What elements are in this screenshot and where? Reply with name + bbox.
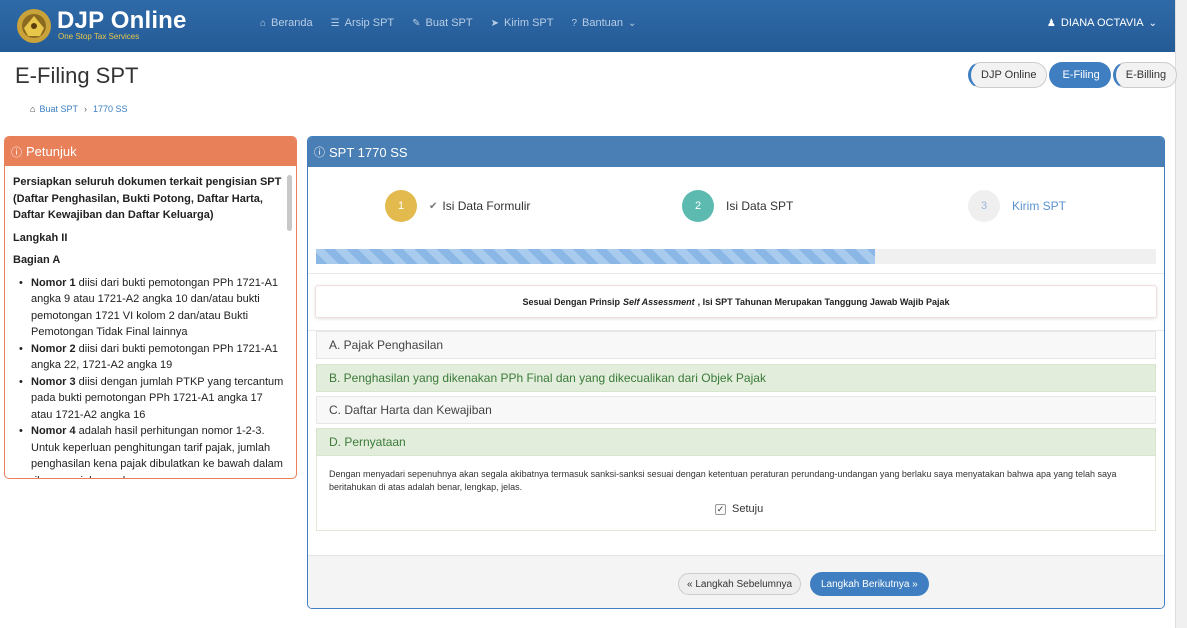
breadcrumb-item-buat-spt[interactable]: Buat SPT <box>39 104 78 114</box>
user-name: DIANA OCTAVIA <box>1060 17 1144 29</box>
previous-step-button[interactable]: « Langkah Sebelumnya <box>678 573 802 595</box>
nav-menu: ⌂ Beranda ☰ Arsip SPT ✎ Buat SPT ➤ Kirim… <box>260 17 659 29</box>
petunjuk-section: Bagian A <box>13 254 61 266</box>
notice-text-post: , Isi SPT Tahunan Merupakan Tanggung Jaw… <box>697 296 950 307</box>
user-menu[interactable]: ♟ DIANA OCTAVIA ⌄ <box>1047 17 1157 29</box>
section-c-daftar-harta[interactable]: C. Daftar Harta dan Kewajiban <box>316 396 1156 424</box>
pernyataan-body: Dengan menyadari sepenuhnya akan segala … <box>316 456 1156 531</box>
service-switcher: DJP Online E-Filing E-Billing <box>968 62 1179 88</box>
item-number: Nomor 1 <box>31 276 76 289</box>
djp-logo-icon[interactable] <box>14 6 54 46</box>
step-label: Isi Data Formulir <box>442 199 531 213</box>
petunjuk-scrollbar[interactable] <box>287 175 292 231</box>
info-icon: ⓘ <box>11 146 22 159</box>
chevron-down-icon: ⌄ <box>1148 17 1157 29</box>
progress-bar <box>316 249 1156 264</box>
step-number: 3 <box>968 190 1000 222</box>
nav-label: Buat SPT <box>425 17 473 29</box>
wizard-steps: 1 ✔ Isi Data Formulir 2 Isi Data SPT 3 K… <box>308 190 1164 224</box>
list-icon: ☰ <box>330 17 340 29</box>
spt-title: SPT 1770 SS <box>329 144 408 160</box>
petunjuk-title: Petunjuk <box>26 144 77 159</box>
home-icon[interactable]: ⌂ <box>30 104 35 114</box>
pill-e-billing[interactable]: E-Billing <box>1112 62 1178 88</box>
list-item: Nomor 4 adalah hasil perhitungan nomor 1… <box>19 423 287 478</box>
checkbox-check-icon[interactable]: ✓ <box>715 503 726 515</box>
section-a-pajak-penghasilan[interactable]: A. Pajak Penghasilan <box>316 331 1156 359</box>
item-number: Nomor 4 <box>31 425 76 437</box>
petunjuk-list: Nomor 1 diisi dari bukti pemotongan PPh … <box>13 275 287 479</box>
pernyataan-text: Dengan menyadari sepenuhnya akan segala … <box>329 469 1117 492</box>
nav-label: Beranda <box>271 17 313 29</box>
breadcrumb-separator-icon: › <box>83 104 87 114</box>
step-label: Isi Data SPT <box>726 199 794 213</box>
top-navbar: DJP Online One Stop Tax Services ⌂ Beran… <box>0 0 1187 52</box>
nav-item-buat-spt[interactable]: ✎ Buat SPT <box>412 17 472 29</box>
nav-label: Kirim SPT <box>503 17 554 29</box>
spt-panel: ⓘ SPT 1770 SS 1 ✔ Isi Data Formulir 2 Is… <box>307 136 1165 609</box>
nav-item-arsip-spt[interactable]: ☰ Arsip SPT <box>331 17 394 29</box>
notice-text-em: Self Assessment <box>622 296 695 307</box>
step-isi-data-formulir[interactable]: 1 ✔ Isi Data Formulir <box>385 190 530 222</box>
nav-label: Bantuan <box>582 17 624 29</box>
list-item: Nomor 1 diisi dari bukti pemotongan PPh … <box>19 275 287 341</box>
brand-subtitle: One Stop Tax Services <box>58 32 140 41</box>
list-item: Nomor 2 diisi dari bukti pemotongan PPh … <box>19 341 287 374</box>
progress-fill <box>316 249 875 264</box>
check-icon: ✔ <box>429 200 438 212</box>
petunjuk-header: ⓘ Petunjuk <box>5 137 296 166</box>
breadcrumb: ⌂ Buat SPT › 1770 SS <box>30 104 128 114</box>
pill-djp-online[interactable]: DJP Online <box>968 62 1048 88</box>
notice-text-pre: Sesuai Dengan Prinsip <box>522 296 620 307</box>
next-step-button[interactable]: Langkah Berikutnya » <box>810 572 929 596</box>
section-b-penghasilan-final[interactable]: B. Penghasilan yang dikenakan PPh Final … <box>316 364 1156 392</box>
section-d-pernyataan[interactable]: D. Pernyataan <box>316 428 1156 456</box>
petunjuk-panel: ⓘ Petunjuk Persiapkan seluruh dokumen te… <box>4 136 297 479</box>
home-icon: ⌂ <box>260 17 267 29</box>
step-kirim-spt[interactable]: 3 Kirim SPT <box>968 190 1066 222</box>
chevron-down-icon: ⌄ <box>628 17 637 29</box>
brand-title[interactable]: DJP Online <box>57 7 187 35</box>
nav-item-bantuan[interactable]: ? Bantuan ⌄ <box>571 17 641 29</box>
nav-item-kirim-spt[interactable]: ➤ Kirim SPT <box>491 17 554 29</box>
page-scrollbar[interactable] <box>1175 0 1187 628</box>
info-icon: ⓘ <box>314 147 325 159</box>
page-title: E-Filing SPT <box>15 63 139 88</box>
help-icon: ? <box>571 17 578 29</box>
pill-e-filing[interactable]: E-Filing <box>1049 62 1111 88</box>
wizard-footer: « Langkah Sebelumnya Langkah Berikutnya … <box>308 555 1164 608</box>
self-assessment-notice: Sesuai Dengan Prinsip Self Assessment , … <box>315 285 1157 318</box>
petunjuk-intro: Persiapkan seluruh dokumen terkait pengi… <box>13 176 282 221</box>
send-icon: ➤ <box>490 17 499 29</box>
step-isi-data-spt[interactable]: 2 Isi Data SPT <box>682 190 793 222</box>
item-number: Nomor 2 <box>31 342 76 355</box>
step-number: 1 <box>385 190 417 222</box>
nav-item-beranda[interactable]: ⌂ Beranda <box>260 17 313 29</box>
spt-header: ⓘ SPT 1770 SS <box>308 137 1164 167</box>
step-number: 2 <box>682 190 714 222</box>
petunjuk-body: Persiapkan seluruh dokumen terkait pengi… <box>13 174 287 479</box>
item-number: Nomor 3 <box>31 375 76 388</box>
breadcrumb-item-1770ss[interactable]: 1770 SS <box>93 104 128 114</box>
edit-icon: ✎ <box>412 17 421 29</box>
setuju-label: Setuju <box>732 503 764 515</box>
step-label: Kirim SPT <box>1012 199 1066 213</box>
user-icon: ♟ <box>1046 17 1056 29</box>
setuju-checkbox[interactable]: ✓ Setuju <box>715 503 763 515</box>
nav-label: Arsip SPT <box>344 17 395 29</box>
list-item: Nomor 3 diisi dengan jumlah PTKP yang te… <box>19 374 287 424</box>
petunjuk-step: Langkah II <box>13 231 68 244</box>
